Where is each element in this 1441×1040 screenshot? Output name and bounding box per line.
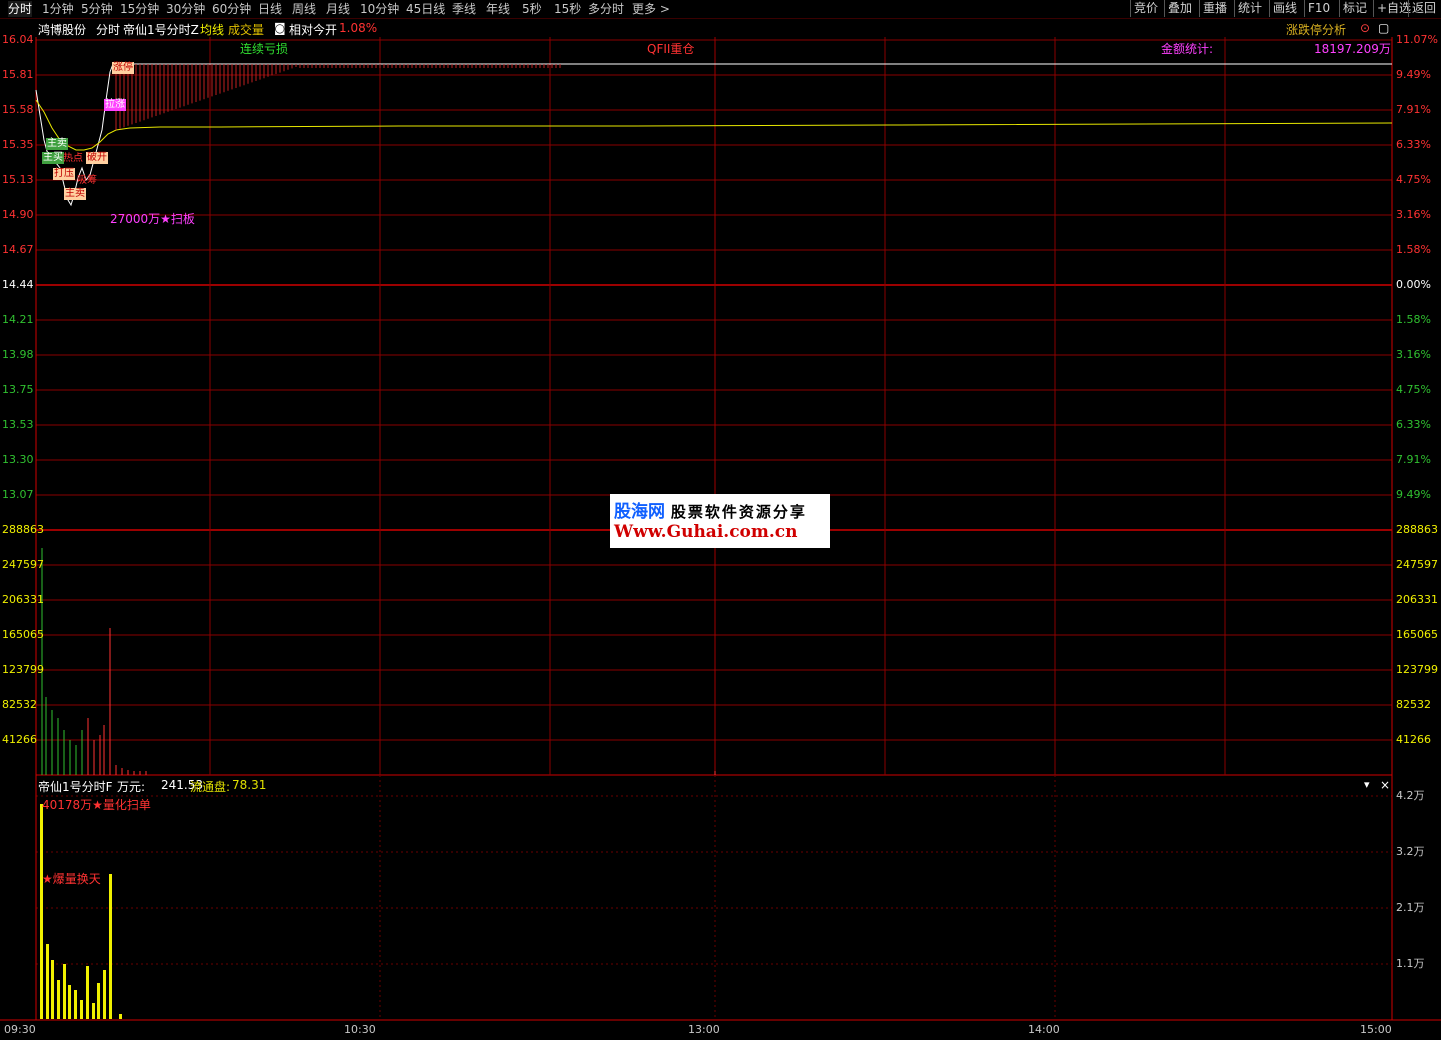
indicator-bar: [74, 990, 77, 1019]
panel-close-icon[interactable]: ×: [1380, 778, 1390, 792]
price-right-axis-label: 9.49%: [1396, 68, 1431, 81]
price-left-axis-label: 15.13: [2, 173, 34, 186]
indicator-unit: 万元:: [117, 780, 146, 794]
price-right-axis-label: 6.33%: [1396, 418, 1431, 431]
indicator-bar: [51, 960, 54, 1019]
main-sell-tag-2: 主卖: [64, 188, 86, 200]
price-right-axis-label: 1.58%: [1396, 313, 1431, 326]
volume-bars: [41, 548, 716, 775]
indicator-bar: [40, 804, 43, 1019]
price-left-axis-label: 14.67: [2, 243, 34, 256]
price-left-axis-label: 15.58: [2, 103, 34, 116]
price-right-axis-label: 3.16%: [1396, 208, 1431, 221]
volume-right-axis-label: 123799: [1396, 663, 1438, 676]
price-left-axis-label: 16.04: [2, 33, 34, 46]
indicator-bar: [63, 964, 66, 1019]
price-right-axis-label: 11.07%: [1396, 33, 1438, 46]
volume-left-axis-label: 206331: [2, 593, 44, 606]
price-right-axis-label: 4.75%: [1396, 383, 1431, 396]
price-right-axis-label: 9.49%: [1396, 488, 1431, 501]
volume-right-axis-label: 82532: [1396, 698, 1431, 711]
volume-burst-annotation: ★爆量换天: [42, 872, 101, 886]
indicator-right-axis-label: 2.1万: [1396, 901, 1425, 914]
price-right-axis-label: 4.75%: [1396, 173, 1431, 186]
panel-dropdown-icon[interactable]: ▾: [1364, 778, 1370, 791]
price-left-axis-label: 15.35: [2, 138, 34, 151]
volume-left-axis-label: 82532: [2, 698, 37, 711]
volume-left-axis-label: 41266: [2, 733, 37, 746]
quant-scan-annotation: 40178万★量化扫单: [42, 798, 151, 812]
hot-tag: 热点: [63, 153, 83, 164]
price-right-axis-label: 7.91%: [1396, 453, 1431, 466]
price-right-axis-label: 7.91%: [1396, 103, 1431, 116]
price-left-axis-label: 14.44: [2, 278, 34, 291]
volume-right-axis-label: 41266: [1396, 733, 1431, 746]
price-left-axis-label: 13.30: [2, 453, 34, 466]
price-left-axis-label: 13.07: [2, 488, 34, 501]
watermark-slogan: 股票软件资源分享: [670, 503, 807, 521]
price-left-axis-label: 14.90: [2, 208, 34, 221]
sweep-annotation: 27000万★扫板: [110, 212, 195, 226]
indicator-bar: [68, 985, 71, 1019]
time-label: 13:00: [688, 1023, 720, 1036]
volume-left-axis-label: 165065: [2, 628, 44, 641]
pull-up-tag: 拉涨: [104, 99, 126, 111]
pull-tag: 打压: [53, 168, 75, 180]
price-right-axis-label: 6.33%: [1396, 138, 1431, 151]
main-sell-tag-1: 主卖: [46, 138, 68, 150]
amount-stat-label: 金额统计:: [1161, 42, 1214, 56]
time-label: 09:30: [4, 1023, 36, 1036]
average-line: [35, 99, 1393, 151]
float-label: 流通盘:: [190, 780, 231, 794]
indicator-bar: [57, 980, 60, 1019]
watermark-brand: 股海网: [614, 502, 665, 522]
price-line: [35, 63, 1392, 207]
price-left-axis-label: 15.81: [2, 68, 34, 81]
indicator-bar: [119, 1014, 122, 1019]
amount-stat-value: 18197.209万: [1314, 42, 1391, 56]
indicator-bar: [103, 970, 106, 1019]
time-label: 14:00: [1028, 1023, 1060, 1036]
price-lines: [35, 63, 1393, 207]
indicator-bar: [46, 944, 49, 1019]
volume-left-axis-label: 123799: [2, 663, 44, 676]
suck-tag: 吸筹: [77, 175, 97, 186]
price-right-axis-label: 0.00%: [1396, 278, 1431, 291]
volume-left-axis-label: 247597: [2, 558, 44, 571]
limit-up-tag: 涨停: [112, 62, 134, 74]
indicator-right-axis-label: 3.2万: [1396, 845, 1425, 858]
time-label: 15:00: [1360, 1023, 1392, 1036]
indicator-bar: [80, 1000, 83, 1019]
float-value: 78.31: [232, 778, 267, 792]
indicator-right-axis-label: 4.2万: [1396, 789, 1425, 802]
indicator-bar: [109, 874, 112, 1019]
watermark: 股海网 股票软件资源分享 Www.Guhai.com.cn: [610, 494, 830, 548]
volume-right-axis-label: 165065: [1396, 628, 1438, 641]
indicator-bar: [92, 1003, 95, 1019]
main-buy-tag: 主买: [42, 152, 64, 164]
indicator-panel-name[interactable]: 帝仙1号分时F: [38, 778, 113, 795]
time-label: 10:30: [344, 1023, 376, 1036]
continuous-loss-label: 连续亏损: [240, 42, 289, 56]
indicator-bar: [97, 983, 100, 1019]
watermark-url: Www.Guhai.com.cn: [614, 522, 798, 542]
price-left-axis-label: 13.75: [2, 383, 34, 396]
qfii-label: QFII重仓: [647, 42, 695, 56]
price-left-axis-label: 13.53: [2, 418, 34, 431]
indicator-right-axis-label: 1.1万: [1396, 957, 1425, 970]
break-open-tag: 破开: [86, 152, 108, 164]
volume-right-axis-label: 206331: [1396, 593, 1438, 606]
price-left-axis-label: 13.98: [2, 348, 34, 361]
price-right-axis-label: 3.16%: [1396, 348, 1431, 361]
volume-right-axis-label: 288863: [1396, 523, 1438, 536]
indicator-bar: [86, 966, 89, 1019]
price-right-axis-label: 1.58%: [1396, 243, 1431, 256]
price-left-axis-label: 14.21: [2, 313, 34, 326]
indicator-bars: [40, 804, 122, 1019]
volume-left-axis-label: 288863: [2, 523, 44, 536]
volume-right-axis-label: 247597: [1396, 558, 1438, 571]
